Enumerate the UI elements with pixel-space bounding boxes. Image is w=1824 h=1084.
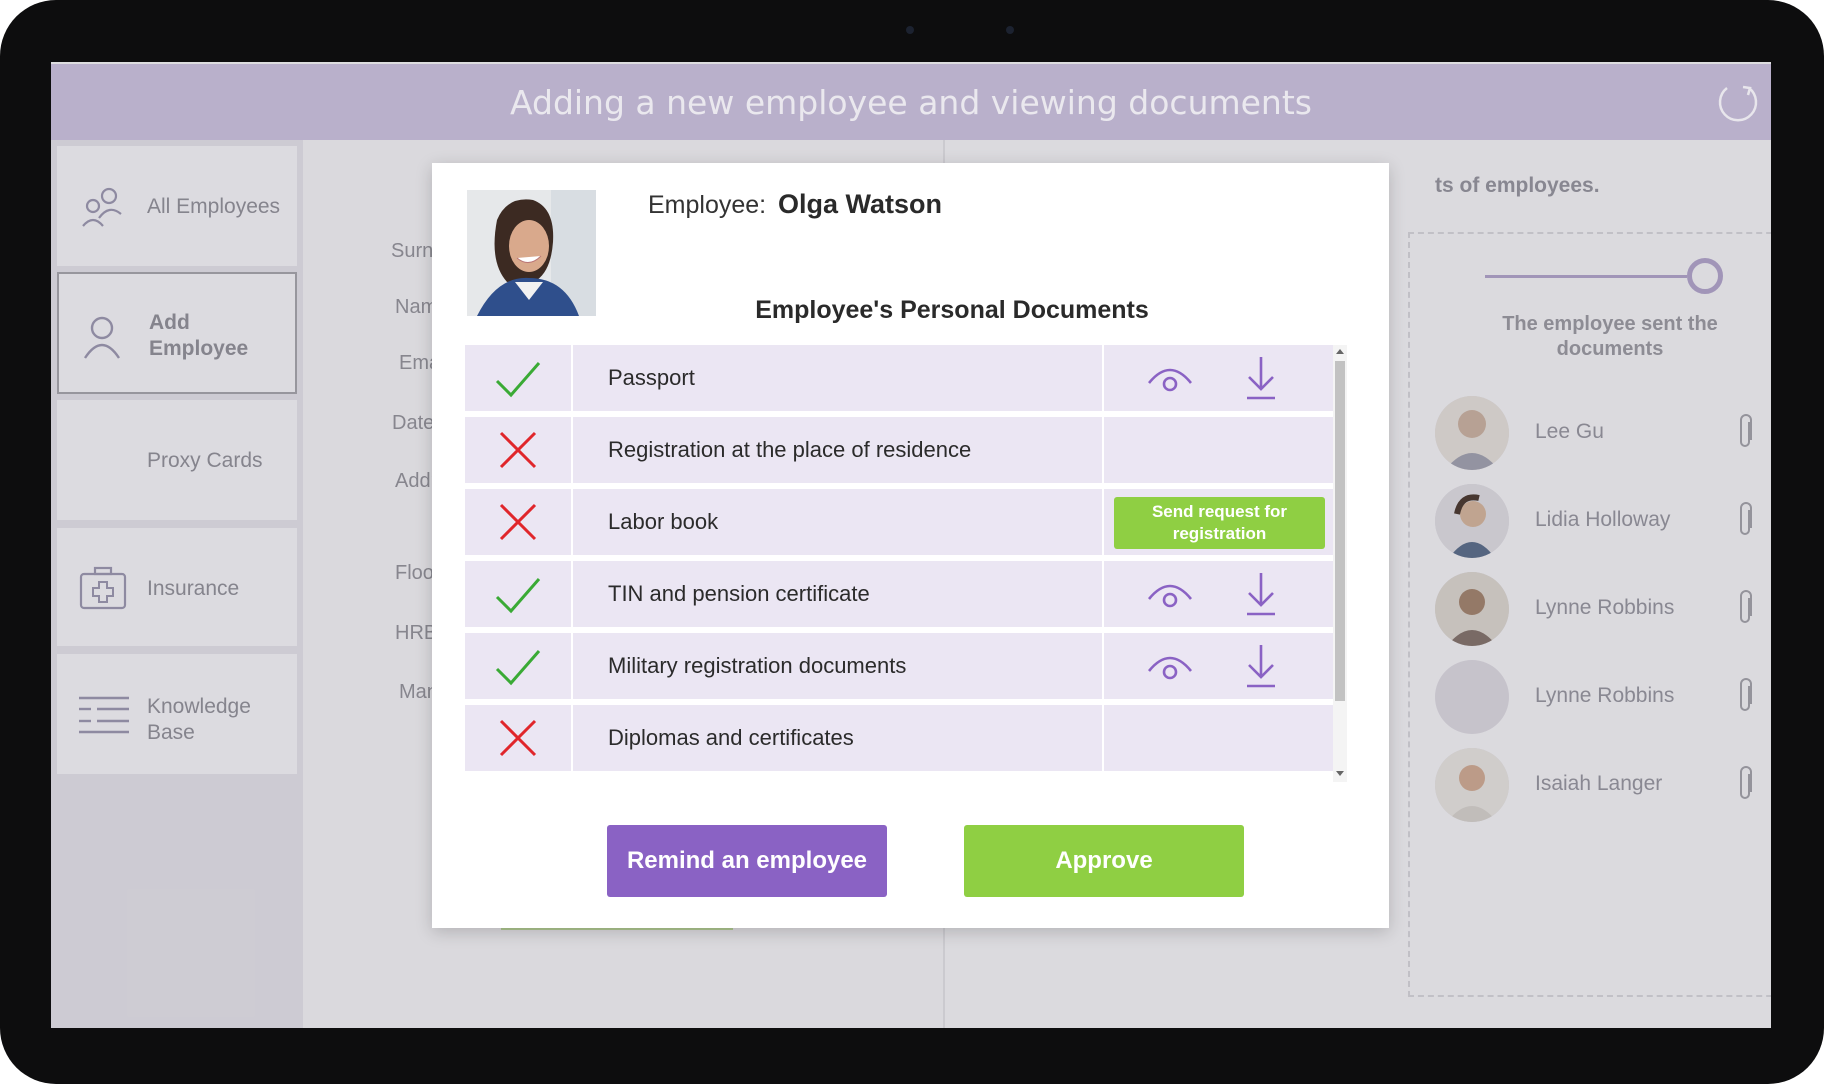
- actions-cell: [1102, 561, 1335, 627]
- actions-cell: Send request for registration: [1102, 489, 1335, 555]
- table-row: Diplomas and certificates: [465, 705, 1333, 771]
- remind-employee-button[interactable]: Remind an employee: [607, 825, 887, 897]
- eye-icon[interactable]: [1146, 577, 1194, 611]
- document-name: Registration at the place of residence: [608, 437, 972, 462]
- document-name: Labor book: [608, 509, 719, 534]
- document-name: Diplomas and certificates: [608, 725, 854, 750]
- status-cell: [465, 705, 573, 771]
- eye-icon[interactable]: [1146, 361, 1194, 395]
- camera-dot: [906, 26, 914, 34]
- approve-button[interactable]: Approve: [964, 825, 1244, 897]
- document-name: Military registration documents: [608, 653, 907, 678]
- eye-icon[interactable]: [1146, 649, 1194, 683]
- checkmark-icon: [495, 578, 541, 614]
- scroll-thumb[interactable]: [1335, 361, 1345, 701]
- status-cell: [465, 345, 573, 411]
- status-cell: [465, 489, 573, 555]
- status-cell: [465, 633, 573, 699]
- employee-label: Employee:: [648, 191, 767, 219]
- actions-cell: [1102, 633, 1335, 699]
- table-row: Registration at the place of residence: [465, 417, 1333, 483]
- scrollbar[interactable]: [1333, 345, 1347, 782]
- cross-icon: [499, 503, 537, 541]
- documents-title: Employee's Personal Documents: [755, 296, 1149, 324]
- download-icon[interactable]: [1244, 643, 1278, 689]
- actions-cell: [1102, 705, 1335, 771]
- table-row: Passport: [465, 345, 1333, 411]
- sensor-dot: [1006, 26, 1014, 34]
- documents-dialog: Employee: Olga Watson Employee's Persona…: [432, 163, 1389, 928]
- actions-cell: [1102, 345, 1335, 411]
- checkmark-icon: [495, 362, 541, 398]
- app-screen: Adding a new employee and viewing docume…: [51, 62, 1771, 1028]
- status-cell: [465, 561, 573, 627]
- cross-icon: [499, 719, 537, 757]
- download-icon[interactable]: [1244, 355, 1278, 401]
- scroll-up-arrow-icon[interactable]: [1336, 349, 1344, 354]
- cross-icon: [499, 431, 537, 469]
- document-name: TIN and pension certificate: [608, 581, 870, 606]
- table-row: Military registration documents: [465, 633, 1333, 699]
- employee-name: Olga Watson: [778, 189, 943, 219]
- actions-cell: [1102, 417, 1335, 483]
- table-row: Labor book Send request for registration: [465, 489, 1333, 555]
- documents-table[interactable]: Passport Registration at the place of re…: [465, 345, 1347, 782]
- document-name: Passport: [608, 365, 695, 390]
- status-cell: [465, 417, 573, 483]
- tablet-frame: Adding a new employee and viewing docume…: [0, 0, 1824, 1084]
- table-row: TIN and pension certificate: [465, 561, 1333, 627]
- send-request-button[interactable]: Send request for registration: [1114, 497, 1325, 549]
- checkmark-icon: [495, 650, 541, 686]
- download-icon[interactable]: [1244, 571, 1278, 617]
- scroll-down-arrow-icon[interactable]: [1336, 771, 1344, 776]
